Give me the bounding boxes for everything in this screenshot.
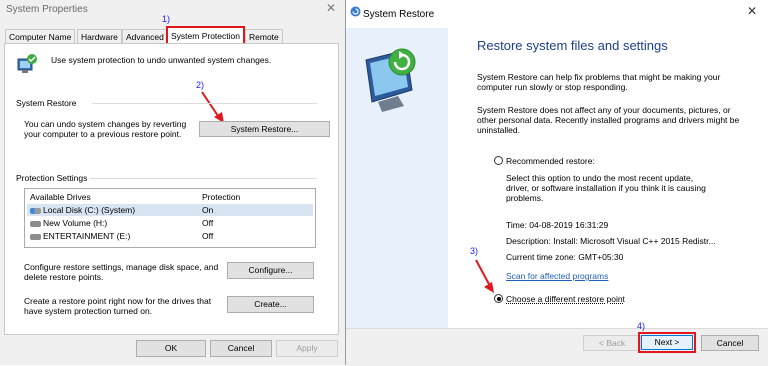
close-icon[interactable]: ✕ (326, 1, 336, 15)
cancel-button[interactable]: Cancel (701, 335, 759, 351)
choose-restore-point-label[interactable]: Choose a different restore point (506, 294, 625, 305)
restore-time: Time: 04-08-2019 16:31:29 (506, 220, 609, 230)
back-button[interactable]: < Back (583, 335, 641, 351)
ok-button[interactable]: OK (136, 340, 206, 357)
header-available-drives: Available Drives (30, 192, 91, 202)
restore-description-line-1: You can undo system changes by reverting (24, 119, 187, 129)
table-row[interactable]: Local Disk (C:) (System) On (27, 204, 313, 216)
cancel-button[interactable]: Cancel (210, 340, 272, 357)
configure-description-line-1: Configure restore settings, manage disk … (24, 262, 219, 272)
arrow-annotation (201, 91, 224, 123)
recommended-restore-label[interactable]: Recommended restore: (506, 156, 595, 167)
window-title: System Restore (363, 9, 435, 20)
drive-name: New Volume (H:) (43, 218, 108, 228)
system-restore-button[interactable]: System Restore... (199, 121, 330, 137)
system-protection-icon (17, 54, 37, 73)
drive-protection: On (202, 205, 214, 215)
create-description-line-1: Create a restore point right now for the… (24, 296, 212, 306)
drive-icon (30, 220, 41, 227)
annotation-4: 4) (637, 321, 646, 331)
system-properties-window: System Properties ✕ 1) Computer Name Har… (0, 0, 346, 365)
annotation-3: 3) (470, 246, 479, 256)
page-title: Restore system files and settings (477, 38, 668, 53)
intro-paragraph-line-2: computer run slowly or stop responding. (477, 82, 628, 92)
tab-hardware[interactable]: Hardware (77, 29, 122, 44)
configure-button[interactable]: Configure... (227, 262, 314, 279)
annotation-1: 1) (162, 14, 171, 24)
drive-protection: Off (202, 231, 214, 241)
table-row[interactable]: ENTERTAINMENT (E:) Off (27, 230, 313, 242)
tab-advanced[interactable]: Advanced (122, 29, 168, 44)
table-header: Available Drives Protection (27, 191, 313, 203)
system-restore-icon (365, 48, 416, 112)
intro-paragraph-line-1: System Restore can help fix problems tha… (477, 72, 721, 82)
intro-text: Use system protection to undo unwanted s… (51, 55, 272, 65)
system-restore-small-icon (350, 6, 361, 17)
drive-name: Local Disk (C:) (System) (43, 205, 136, 215)
restore-description-line-2: your computer to a previous restore poin… (24, 129, 182, 139)
drives-table: Available Drives Protection Local Disk (… (24, 188, 316, 248)
tab-computer-name[interactable]: Computer Name (5, 29, 76, 44)
create-button[interactable]: Create... (227, 296, 314, 313)
divider (92, 103, 317, 104)
next-button[interactable]: Next > (641, 335, 693, 350)
windows-drive-icon (30, 207, 41, 214)
current-time-zone: Current time zone: GMT+05:30 (506, 252, 624, 262)
info-paragraph-line-3: uninstalled. (477, 125, 521, 135)
drive-name: ENTERTAINMENT (E:) (43, 231, 131, 241)
recommended-description-line-2: driver, or software installation if you … (506, 183, 706, 193)
create-description-line-2: have system protection turned on. (24, 306, 153, 316)
recommended-description-line-1: Select this option to undo the most rece… (506, 173, 694, 183)
system-restore-window: System Restore ✕ Restore system files an… (345, 0, 768, 366)
system-restore-section-label: System Restore (16, 98, 77, 108)
arrow-annotation (475, 259, 494, 293)
recommended-description-line-3: problems. (506, 193, 544, 203)
drive-icon (30, 233, 41, 240)
close-icon[interactable]: ✕ (747, 4, 757, 18)
configure-description-line-2: delete restore points. (24, 272, 104, 282)
choose-restore-point-radio[interactable] (494, 294, 503, 303)
info-paragraph-line-1: System Restore does not affect any of yo… (477, 105, 731, 115)
divider (90, 178, 317, 179)
drive-protection: Off (202, 218, 214, 228)
tab-remote[interactable]: Remote (245, 29, 283, 44)
info-paragraph-line-2: other personal data. Recently installed … (477, 115, 740, 125)
apply-button[interactable]: Apply (276, 340, 338, 357)
protection-settings-label: Protection Settings (16, 173, 88, 183)
window-title: System Properties (6, 4, 88, 15)
restore-description: Description: Install: Microsoft Visual C… (506, 236, 716, 246)
annotation-2: 2) (196, 80, 205, 90)
recommended-restore-radio[interactable] (494, 156, 503, 165)
scan-affected-programs-link[interactable]: Scan for affected programs (506, 271, 608, 282)
table-row[interactable]: New Volume (H:) Off (27, 217, 313, 229)
header-protection: Protection (202, 192, 241, 202)
